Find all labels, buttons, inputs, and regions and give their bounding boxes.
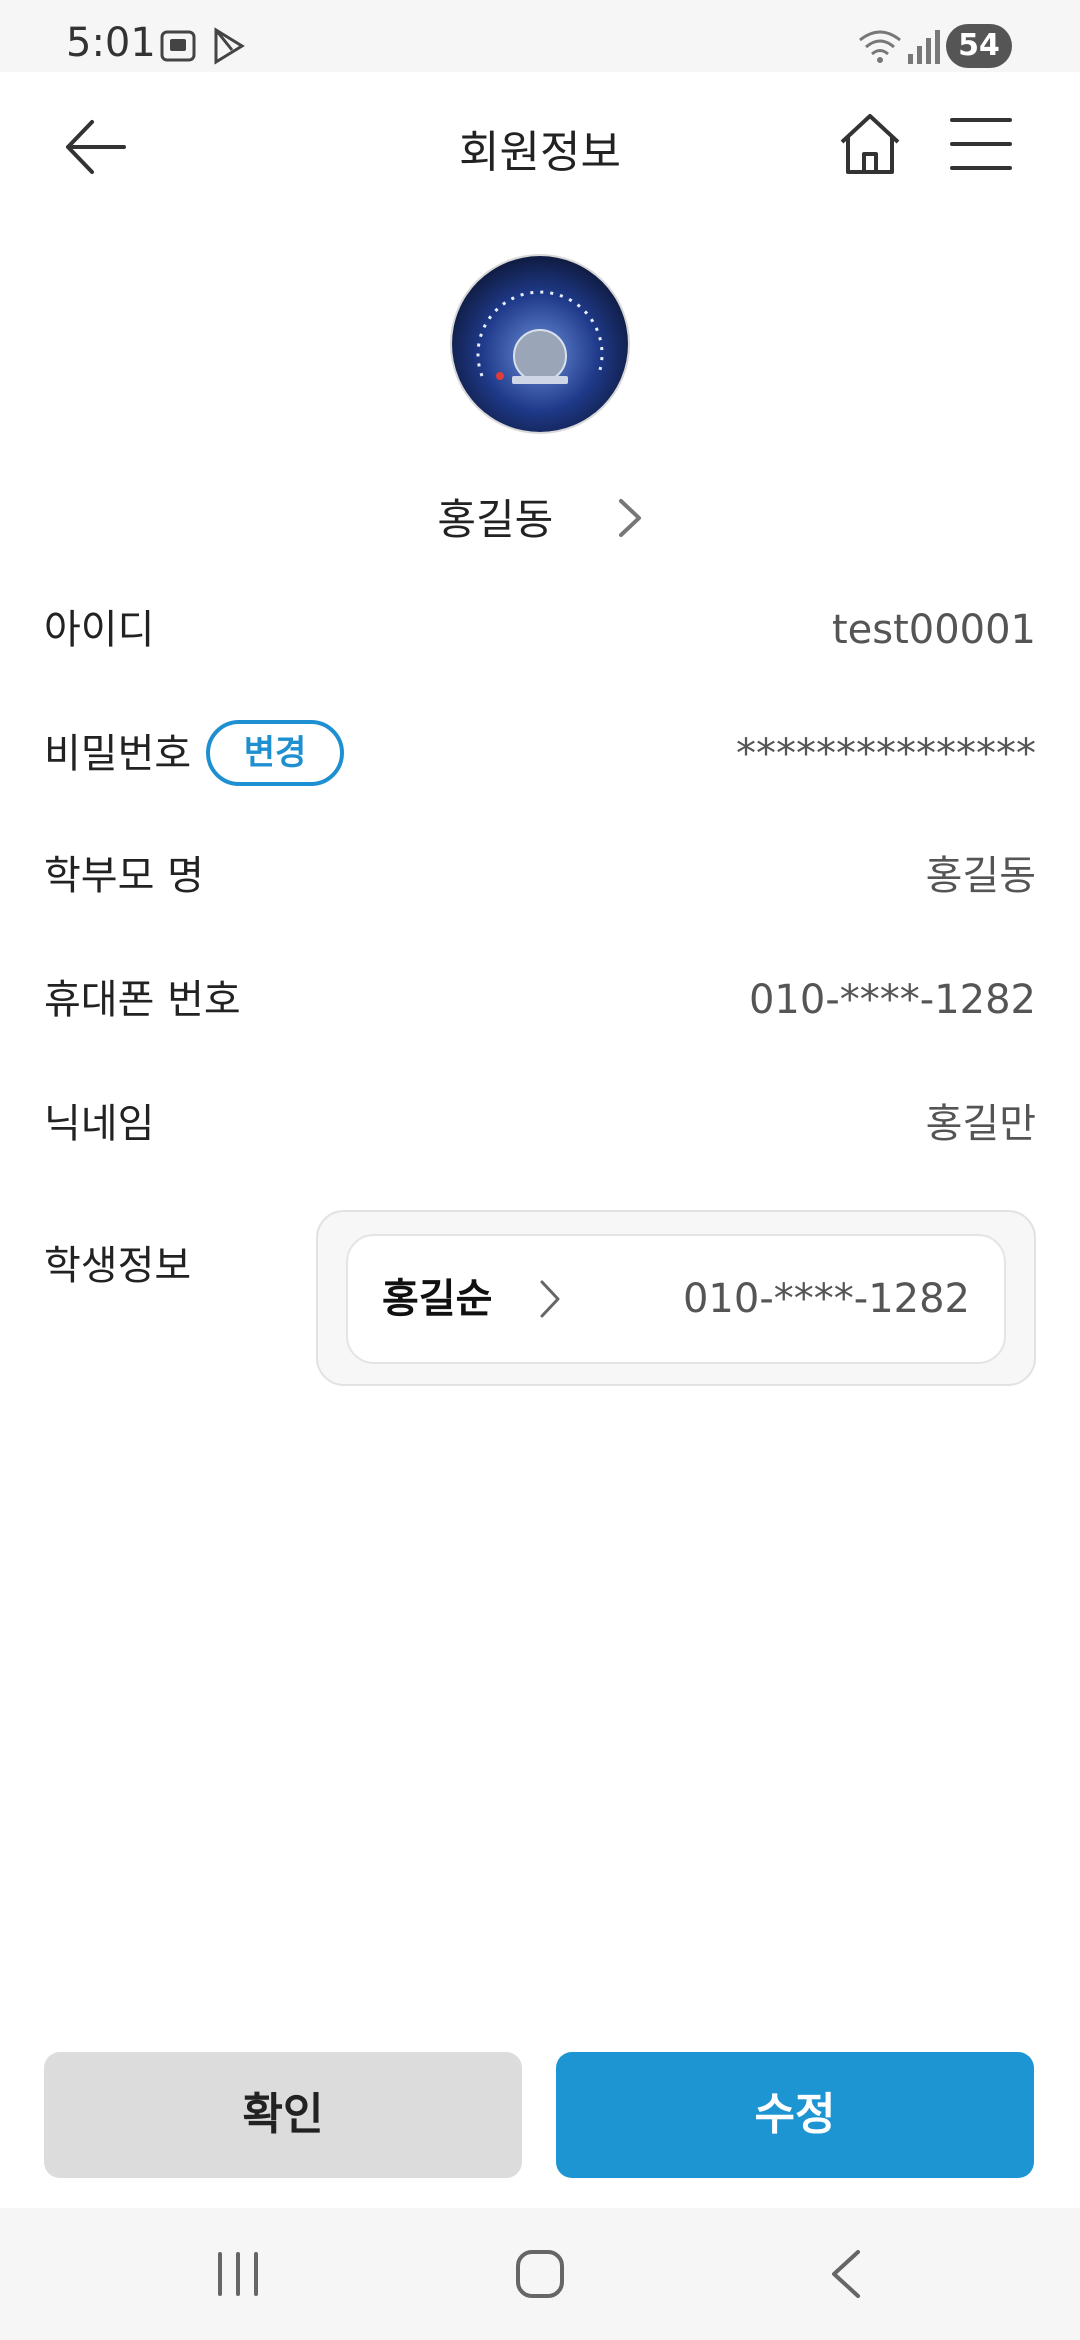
parent-name-row: 학부모 명 홍길동 (44, 836, 1036, 916)
status-bar: 5:01 54 (0, 0, 1080, 72)
chevron-right-icon (617, 497, 643, 549)
student-name: 홍길순 (382, 1276, 493, 1322)
profile-name-link[interactable]: 홍길동 (0, 486, 1080, 549)
battery-indicator: 54 (946, 24, 1012, 68)
home-icon (840, 114, 900, 174)
phone-row: 휴대폰 번호 010-****-1282 (44, 960, 1036, 1040)
screenshot-icon (158, 26, 198, 70)
student-phone: 010-****-1282 (682, 1276, 970, 1322)
home-circle-icon (516, 2250, 564, 2298)
parent-name-value: 홍길동 (925, 853, 1036, 899)
wifi-icon (856, 26, 904, 70)
password-row: 비밀번호 변경 *************** (44, 714, 1036, 794)
id-row: 아이디 test00001 (44, 590, 1036, 670)
home-nav-button[interactable] (514, 2248, 566, 2304)
page-title: 회원정보 (459, 127, 621, 178)
edit-button[interactable]: 수정 (556, 2052, 1034, 2178)
hamburger-menu-icon (950, 118, 1012, 170)
student-list: 홍길순 010-****-1282 (316, 1210, 1036, 1386)
app-header: 회원정보 (0, 72, 1080, 212)
recent-apps-button[interactable] (214, 2248, 262, 2304)
password-value: *************** (736, 731, 1036, 777)
speedometer-image (452, 256, 628, 432)
id-label: 아이디 (44, 607, 155, 653)
change-password-button[interactable]: 변경 (206, 720, 344, 786)
status-time: 5:01 (66, 20, 156, 66)
parent-name-label: 학부모 명 (44, 853, 204, 899)
recent-apps-icon (218, 2252, 258, 2296)
phone-label: 휴대폰 번호 (44, 977, 241, 1023)
phone-value: 010-****-1282 (748, 977, 1036, 1023)
home-button[interactable] (836, 110, 904, 178)
back-chevron-icon (832, 2250, 860, 2298)
profile-name: 홍길동 (437, 495, 554, 544)
nickname-row: 닉네임 홍길만 (44, 1084, 1036, 1164)
confirm-button[interactable]: 확인 (44, 2052, 522, 2178)
nickname-label: 닉네임 (44, 1101, 155, 1147)
nickname-value: 홍길만 (925, 1101, 1036, 1147)
system-nav-bar (0, 2208, 1080, 2340)
student-info-label: 학생정보 (44, 1243, 192, 1289)
back-nav-button[interactable] (828, 2248, 864, 2304)
signal-icon (906, 26, 942, 70)
play-store-icon (208, 26, 248, 70)
chevron-right-icon (538, 1278, 562, 1324)
student-card[interactable]: 홍길순 010-****-1282 (346, 1234, 1006, 1364)
id-value: test00001 (831, 607, 1036, 653)
menu-button[interactable] (950, 116, 1012, 172)
profile-avatar[interactable] (450, 254, 630, 434)
password-label: 비밀번호 (44, 731, 192, 777)
